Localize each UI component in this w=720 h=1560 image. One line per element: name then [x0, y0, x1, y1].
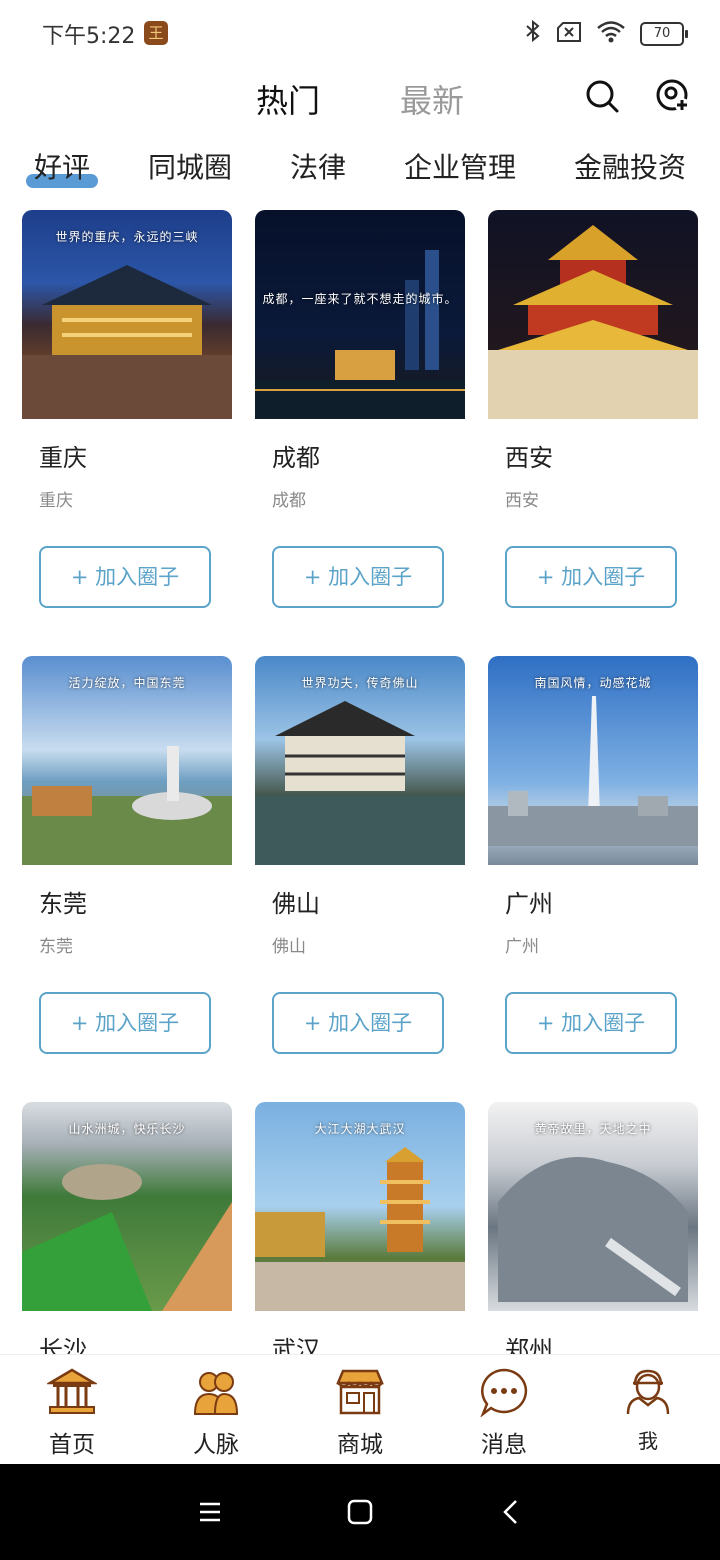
city-photo: 世界的重庆，永远的三峡: [22, 210, 232, 419]
sim-off-icon: [556, 21, 582, 47]
nav-shop[interactable]: 商城: [288, 1355, 432, 1465]
top-header: 热门 最新: [0, 66, 720, 132]
join-circle-button[interactable]: + 加入圈子: [272, 546, 444, 608]
tab-new[interactable]: 最新: [400, 76, 464, 122]
nav-me[interactable]: 我: [576, 1355, 720, 1465]
wifi-icon: [596, 20, 626, 48]
status-bar: 下午5:22 王 70: [0, 0, 720, 66]
city-card[interactable]: 黄帝故里，天地之中 郑州: [488, 1102, 698, 1354]
user-profile-icon: [623, 1367, 673, 1417]
temple-home-icon: [45, 1367, 99, 1417]
city-card[interactable]: 大江大湖大武汉 武汉: [255, 1102, 465, 1354]
city-photo: 大江大湖大武汉: [255, 1102, 465, 1311]
home-square-icon[interactable]: [340, 1492, 380, 1532]
bluetooth-icon: [524, 19, 542, 49]
nav-messages[interactable]: 消息: [432, 1355, 576, 1465]
city-name: 东莞: [39, 890, 87, 918]
system-navigation-bar: [0, 1464, 720, 1560]
battery-indicator: 70: [640, 22, 688, 46]
photo-caption: 世界的重庆，永远的三峡: [55, 230, 199, 244]
people-icon: [191, 1367, 241, 1417]
city-card[interactable]: 山水洲城，快乐长沙 长沙: [22, 1102, 232, 1354]
nav-messages-label: 消息: [481, 1432, 527, 1458]
city-photo: 活力绽放，中国东莞: [22, 656, 232, 865]
city-subtitle: 重庆: [39, 491, 73, 511]
photo-caption: 黄帝故里，天地之中: [534, 1122, 652, 1136]
join-circle-button[interactable]: + 加入圈子: [505, 546, 677, 608]
category-falv[interactable]: 法律: [290, 146, 346, 186]
join-circle-button[interactable]: + 加入圈子: [272, 992, 444, 1054]
join-circle-button[interactable]: + 加入圈子: [505, 992, 677, 1054]
city-photo: 山水洲城，快乐长沙: [22, 1102, 232, 1311]
city-photo: 成都，一座来了就不想走的城市。: [255, 210, 465, 419]
status-time: 下午5:22: [42, 24, 136, 49]
city-name: 西安: [505, 444, 553, 472]
photo-caption: 世界功夫，传奇佛山: [301, 676, 419, 690]
city-card[interactable]: 西安 西安 + 加入圈子: [488, 210, 698, 650]
city-subtitle: 东莞: [39, 937, 73, 957]
city-name: 广州: [505, 890, 553, 918]
category-qiyeguanli[interactable]: 企业管理: [404, 146, 516, 186]
city-subtitle: 西安: [505, 491, 539, 511]
city-name: 成都: [272, 444, 320, 472]
add-location-icon[interactable]: [655, 78, 691, 114]
nav-contacts-label: 人脉: [193, 1432, 239, 1458]
category-tongchengquan[interactable]: 同城圈: [148, 146, 232, 186]
city-photo: 世界功夫，传奇佛山: [255, 656, 465, 865]
city-card[interactable]: 成都，一座来了就不想走的城市。 成都 成都 + 加入圈子: [255, 210, 465, 650]
nav-me-label: 我: [638, 1429, 658, 1453]
city-name: 郑州: [505, 1336, 553, 1354]
photo-caption: 成都，一座来了就不想走的城市。: [262, 292, 458, 306]
nav-shop-label: 商城: [337, 1432, 383, 1458]
shop-icon: [335, 1367, 385, 1417]
join-circle-button[interactable]: + 加入圈子: [39, 546, 211, 608]
city-photo: 黄帝故里，天地之中: [488, 1102, 698, 1311]
photo-caption: 南国风情，动感花城: [534, 676, 652, 690]
city-card[interactable]: 世界功夫，传奇佛山 佛山 佛山 + 加入圈子: [255, 656, 465, 1096]
app-notification-icon: 王: [144, 21, 168, 45]
city-circle-grid: 世界的重庆，永远的三峡 重庆 重庆 + 加入圈子 成都，一座来了就不想走的城市。…: [0, 210, 720, 1354]
tab-hot[interactable]: 热门: [256, 76, 320, 122]
city-card[interactable]: 世界的重庆，永远的三峡 重庆 重庆 + 加入圈子: [22, 210, 232, 650]
nav-home[interactable]: 首页: [0, 1355, 144, 1465]
photo-caption: 活力绽放，中国东莞: [68, 676, 186, 690]
category-jinrongtouzi[interactable]: 金融投资: [574, 146, 686, 186]
city-subtitle: 成都: [272, 491, 306, 511]
nav-home-label: 首页: [49, 1432, 95, 1458]
photo-caption: 山水洲城，快乐长沙: [68, 1122, 186, 1136]
nav-contacts[interactable]: 人脉: [144, 1355, 288, 1465]
city-subtitle: 广州: [505, 937, 539, 957]
city-photo: 南国风情，动感花城: [488, 656, 698, 865]
join-circle-button[interactable]: + 加入圈子: [39, 992, 211, 1054]
city-name: 重庆: [39, 444, 87, 472]
search-icon[interactable]: [584, 78, 620, 114]
category-tabs: 好评 同城圈 法律 企业管理 金融投资: [0, 142, 720, 202]
city-card[interactable]: 南国风情，动感花城 广州 广州 + 加入圈子: [488, 656, 698, 1096]
city-card[interactable]: 活力绽放，中国东莞 东莞 东莞 + 加入圈子: [22, 656, 232, 1096]
city-name: 武汉: [272, 1336, 320, 1354]
back-icon[interactable]: [492, 1492, 532, 1532]
chat-bubble-icon: [479, 1367, 529, 1418]
city-name: 长沙: [39, 1336, 87, 1354]
bottom-navigation: 首页 人脉 商城 消息 我: [0, 1354, 720, 1465]
category-haoping[interactable]: 好评: [34, 146, 90, 186]
city-photo: [488, 210, 698, 419]
menu-icon[interactable]: [190, 1492, 230, 1532]
city-name: 佛山: [272, 890, 320, 918]
city-subtitle: 佛山: [272, 937, 306, 957]
photo-caption: 大江大湖大武汉: [314, 1122, 406, 1136]
